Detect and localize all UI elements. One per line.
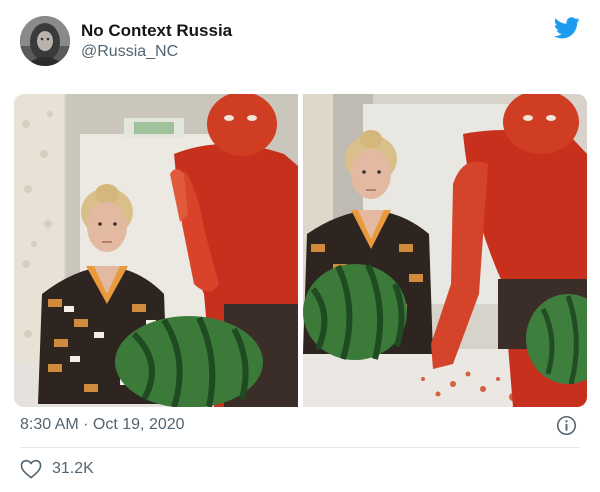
tweet-media[interactable]: [14, 94, 587, 407]
twitter-bird-icon[interactable]: [554, 17, 580, 39]
avatar[interactable]: [20, 16, 70, 66]
photo-left-image: [14, 94, 298, 407]
heart-icon[interactable]: [20, 459, 42, 479]
info-icon[interactable]: [556, 415, 577, 436]
photo-left[interactable]: [14, 94, 298, 407]
tweet-timestamp[interactable]: 8:30 AM · Oct 19, 2020: [20, 416, 185, 434]
like-count: 31.2K: [52, 460, 94, 477]
like-action[interactable]: 31.2K: [20, 458, 94, 480]
user-handle[interactable]: @Russia_NC: [81, 43, 178, 61]
tweet-card: No Context Russia @Russia_NC 8:30 AM · O…: [0, 0, 600, 492]
display-name[interactable]: No Context Russia: [81, 21, 232, 41]
avatar-image: [20, 16, 70, 66]
photo-right[interactable]: [303, 94, 587, 407]
divider: [20, 447, 580, 448]
photo-right-image: [303, 94, 587, 407]
